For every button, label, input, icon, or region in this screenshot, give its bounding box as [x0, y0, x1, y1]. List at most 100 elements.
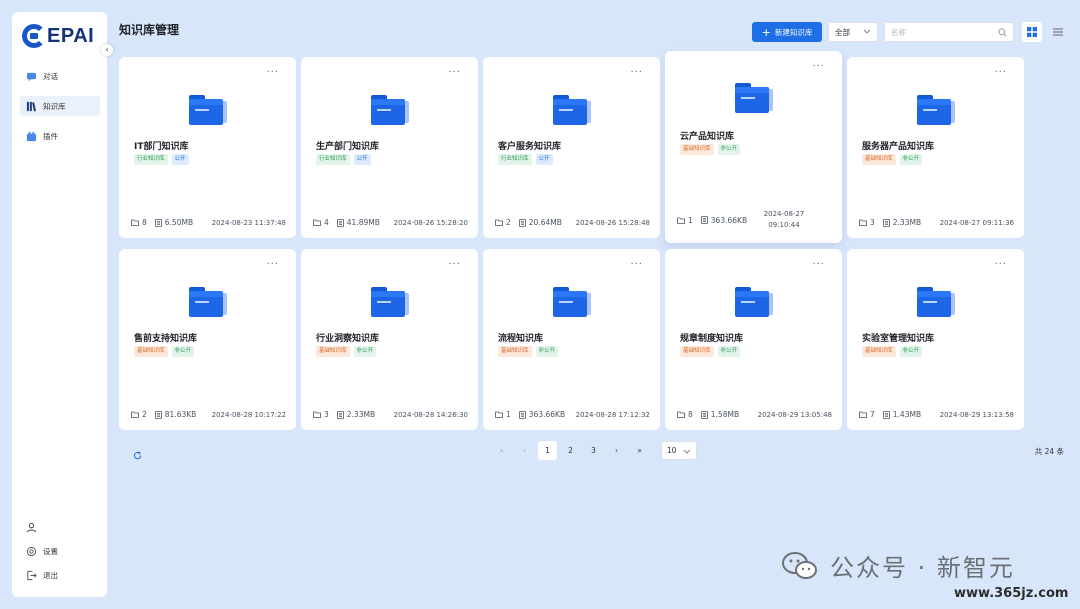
more-options-icon[interactable]: ···: [994, 260, 1007, 270]
card-title: 客户服务知识库: [498, 142, 562, 152]
sidebar-item-plugin[interactable]: 插件: [20, 126, 100, 146]
prev-page-button[interactable]: ‹: [515, 441, 534, 460]
filter-select[interactable]: 全部: [828, 22, 878, 42]
more-options-icon[interactable]: ···: [630, 260, 643, 270]
tag-badge: 非公开: [899, 154, 923, 165]
tag-badge: 基础知识库: [316, 346, 350, 357]
logo[interactable]: EPAI: [22, 20, 94, 52]
sidebar-item-chat[interactable]: 对话: [20, 66, 100, 86]
folder-count-icon: [677, 217, 685, 224]
knowledge-base-card[interactable]: ··· 流程知识库 基础知识库 非公开 1 363.66KB 2024-08-28 17:1…: [483, 249, 660, 430]
first-page-button[interactable]: «: [492, 441, 511, 460]
page-title: 知识库管理: [119, 23, 180, 37]
more-options-icon[interactable]: ···: [994, 68, 1007, 78]
updated-date: 2024-08-23 11:37:48: [211, 218, 286, 227]
folder-icon: [189, 93, 227, 125]
user-icon: [26, 522, 37, 533]
tag-badge: 行业知识库: [316, 154, 350, 165]
collapse-sidebar-icon[interactable]: ‹: [101, 44, 113, 56]
refresh-icon[interactable]: [133, 445, 142, 464]
folder-icon: [917, 93, 955, 125]
pagination: « ‹ 123 › » 10: [492, 441, 697, 460]
search-icon[interactable]: [998, 27, 1007, 37]
knowledge-base-card[interactable]: ··· 生产部门知识库 行业知识库 公开 4 41.89MB 2024-08-26 15:2…: [301, 57, 478, 238]
folder-count-icon: [859, 219, 867, 226]
more-options-icon[interactable]: ···: [812, 62, 825, 72]
knowledge-base-card[interactable]: ··· 云产品知识库 基础知识库 非公开 1 363.66KB 2024-08-27 09:…: [665, 51, 842, 243]
card-title: IT部门知识库: [134, 142, 189, 152]
plus-icon: +: [761, 25, 771, 39]
more-options-icon[interactable]: ···: [266, 260, 279, 270]
grid-view-button[interactable]: [1022, 22, 1042, 42]
folder-icon: [189, 285, 227, 317]
watermark-site: www.365jz.com: [954, 586, 1069, 601]
sidebar-item-library[interactable]: 知识库: [20, 96, 100, 116]
page-1-button[interactable]: 1: [538, 441, 557, 460]
document-size-icon: [700, 410, 708, 419]
tag-badge: 非公开: [353, 346, 377, 357]
document-size-icon: [518, 218, 526, 227]
logout-icon: [26, 570, 37, 581]
new-knowledge-base-button[interactable]: + 新建知识库: [752, 22, 822, 42]
tag-badge: 公开: [535, 154, 553, 165]
updated-date: 2024-08-28 10:17:22: [211, 410, 286, 419]
file-count: 3: [324, 410, 329, 419]
updated-date: 2024-08-29 13:13:58: [939, 410, 1014, 419]
tag-badge: 非公开: [171, 346, 195, 357]
more-options-icon[interactable]: ···: [448, 260, 461, 270]
file-count: 4: [324, 218, 329, 227]
file-size: 6.50MB: [164, 218, 194, 227]
card-tags: 基础知识库 非公开: [680, 346, 741, 357]
chat-icon: [26, 71, 37, 82]
page-size-select[interactable]: 10: [661, 441, 697, 460]
sidebar-item-label: 对话: [43, 71, 58, 81]
last-page-button[interactable]: »: [630, 441, 649, 460]
card-tags: 基础知识库 非公开: [498, 346, 559, 357]
sidebar-item-logout[interactable]: 退出: [20, 567, 100, 583]
tag-badge: 公开: [171, 154, 189, 165]
knowledge-base-card[interactable]: ··· 规章制度知识库 基础知识库 非公开 8 1.58MB 2024-08-29 13:0…: [665, 249, 842, 430]
knowledge-base-card[interactable]: ··· 售前支持知识库 基础知识库 非公开 2 81.63KB 2024-08-28 10:…: [119, 249, 296, 430]
card-meta: 8 6.50MB 2024-08-23 11:37:48: [131, 218, 286, 227]
tag-badge: 行业知识库: [134, 154, 168, 165]
search-input[interactable]: [891, 27, 991, 37]
card-meta: 8 1.58MB 2024-08-29 13:05:48: [677, 410, 832, 419]
file-count: 8: [688, 410, 693, 419]
page-3-button[interactable]: 3: [584, 441, 603, 460]
knowledge-base-card[interactable]: ··· 服务器产品知识库 基础知识库 非公开 3 2.33MB 2024-08-27 09:…: [847, 57, 1024, 238]
list-view-button[interactable]: [1048, 22, 1068, 42]
card-tags: 基础知识库 非公开: [680, 144, 741, 155]
search-box: [884, 22, 1014, 42]
file-size: 363.66KB: [710, 215, 748, 225]
card-title: 售前支持知识库: [134, 334, 198, 344]
sidebar-item-settings[interactable]: 设置: [20, 543, 100, 559]
filter-value: 全部: [835, 27, 850, 37]
page-2-button[interactable]: 2: [561, 441, 580, 460]
updated-date: 2024-08-28 14:26:30: [393, 410, 468, 419]
document-size-icon: [336, 410, 344, 419]
updated-date: 2024-08-26 15:28:20: [393, 218, 468, 227]
tag-badge: 基础知识库: [680, 144, 714, 155]
more-options-icon[interactable]: ···: [448, 68, 461, 78]
sidebar-item-user[interactable]: [20, 519, 100, 535]
card-title: 云产品知识库: [680, 132, 735, 142]
more-options-icon[interactable]: ···: [266, 68, 279, 78]
card-tags: 行业知识库 公开: [134, 154, 189, 165]
sidebar-bottom-nav: 设置 退出: [20, 519, 100, 591]
folder-count-icon: [313, 219, 321, 226]
tag-badge: 非公开: [717, 144, 741, 155]
knowledge-base-card[interactable]: ··· 行业洞察知识库 基础知识库 非公开 3 2.33MB 2024-08-28 14:2…: [301, 249, 478, 430]
next-page-button[interactable]: ›: [607, 441, 626, 460]
knowledge-base-card[interactable]: ··· IT部门知识库 行业知识库 公开 8 6.50MB 2024-08-23 11:37…: [119, 57, 296, 238]
file-size: 20.64MB: [528, 218, 562, 227]
folder-count-icon: [495, 411, 503, 418]
card-tags: 基础知识库 非公开: [134, 346, 195, 357]
more-options-icon[interactable]: ···: [630, 68, 643, 78]
updated-date: 2024-08-26 15:28:48: [575, 218, 650, 227]
more-options-icon[interactable]: ···: [812, 260, 825, 270]
document-size-icon: [154, 410, 162, 419]
watermark: 公众号 · 新智元: [782, 548, 1015, 583]
folder-icon: [553, 285, 591, 317]
knowledge-base-card[interactable]: ··· 实验室管理知识库 基础知识库 非公开 7 1.43MB 2024-08-29 13:…: [847, 249, 1024, 430]
knowledge-base-card[interactable]: ··· 客户服务知识库 行业知识库 公开 2 20.64MB 2024-08-26 15:2…: [483, 57, 660, 238]
